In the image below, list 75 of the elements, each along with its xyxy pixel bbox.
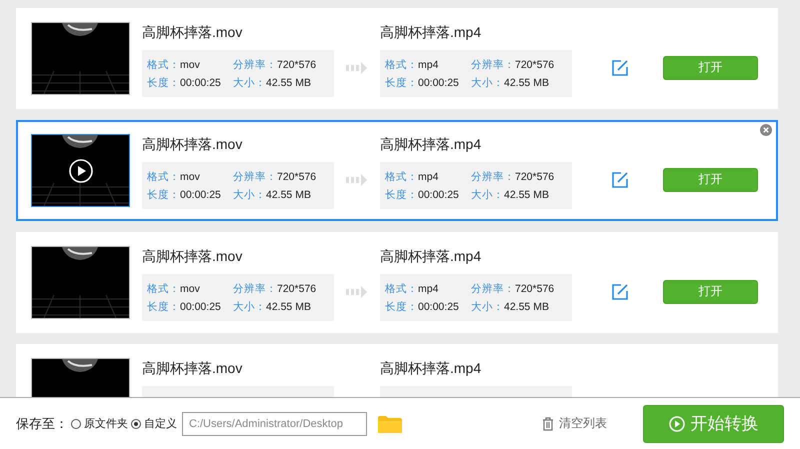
field-value: 42.55 MB [266, 300, 311, 312]
play-icon [668, 416, 684, 432]
file-name: 高脚杯摔落.mp4 [380, 360, 482, 378]
save-to-label: 保存至： [16, 414, 68, 432]
file-card[interactable]: 高脚杯摔落.mov 格式：mov 分辨率：720*576 长度：00:00:25 大小：42.55 MB 高脚杯摔落.mp4 格式：mp4 分辨率：720*576 长度：00:00:25 大小：42.55 MB 打开 [16, 8, 778, 109]
field-value: 42.55 MB [504, 188, 549, 200]
field-label: 大小： [471, 300, 504, 312]
field-value: mov [180, 170, 200, 182]
arrow-icon [346, 62, 367, 74]
field-label: 大小： [471, 188, 504, 200]
field-label: 分辨率： [233, 58, 277, 70]
file-name: 高脚杯摔落.mp4 [380, 136, 482, 154]
field-label: 格式： [385, 170, 418, 182]
clear-list-button[interactable]: 清空列表 [542, 415, 607, 432]
file-name: 高脚杯摔落.mov [142, 24, 244, 42]
field-value: 720*576 [515, 170, 554, 182]
file-name: 高脚杯摔落.mov [142, 136, 244, 154]
field-value: mp4 [418, 58, 438, 70]
field-label: 长度： [147, 76, 180, 88]
field-value: mov [180, 282, 200, 294]
file-name: 高脚杯摔落.mov [142, 360, 244, 378]
field-label: 长度： [385, 300, 418, 312]
field-value: mp4 [418, 170, 438, 182]
field-value: 00:00:25 [180, 300, 221, 312]
field-label: 分辨率： [471, 58, 515, 70]
field-value: 42.55 MB [266, 76, 311, 88]
field-label: 大小： [233, 300, 266, 312]
field-value: 00:00:25 [418, 300, 459, 312]
field-value: mov [180, 58, 200, 70]
field-label: 大小： [471, 76, 504, 88]
field-label: 格式： [147, 58, 180, 70]
field-label: 格式： [147, 282, 180, 294]
field-label: 大小： [233, 188, 266, 200]
field-label: 分辨率： [233, 170, 277, 182]
play-icon[interactable] [69, 159, 93, 183]
edit-icon[interactable] [612, 284, 628, 300]
field-label: 长度： [385, 188, 418, 200]
arrow-icon [346, 286, 367, 298]
arrow-icon [346, 174, 367, 186]
file-card[interactable]: 高脚杯摔落.mov 高脚杯摔落.mp4 [16, 344, 778, 397]
field-label: 格式： [147, 170, 180, 182]
field-value: 720*576 [515, 282, 554, 294]
field-value: 720*576 [277, 282, 316, 294]
field-value: 720*576 [277, 170, 316, 182]
field-label: 长度： [385, 76, 418, 88]
field-value: 720*576 [515, 58, 554, 70]
edit-icon[interactable] [612, 60, 628, 76]
file-card[interactable]: 高脚杯摔落.mov 格式：mov 分辨率：720*576 长度：00:00:25 大小：42.55 MB 高脚杯摔落.mp4 格式：mp4 分辨率：720*576 长度：00:00:25 大小：42.55 MB 打开 [16, 120, 778, 221]
field-label: 分辨率： [471, 170, 515, 182]
path-field[interactable]: C:/Users/Administrator/Desktop [182, 412, 367, 436]
field-value: 42.55 MB [504, 300, 549, 312]
field-label: 格式： [385, 58, 418, 70]
field-value: 42.55 MB [266, 188, 311, 200]
radio-option[interactable]: 自定义 [131, 416, 177, 431]
field-value: 00:00:25 [418, 188, 459, 200]
file-name: 高脚杯摔落.mov [142, 248, 244, 266]
field-value: 00:00:25 [418, 76, 459, 88]
field-value: 00:00:25 [180, 76, 221, 88]
field-label: 分辨率： [471, 282, 515, 294]
radio-option[interactable]: 原文件夹 [71, 416, 128, 431]
file-card[interactable]: 高脚杯摔落.mov 格式：mov 分辨率：720*576 长度：00:00:25 大小：42.55 MB 高脚杯摔落.mp4 格式：mp4 分辨率：720*576 长度：00:00:25 大小：42.55 MB 打开 [16, 232, 778, 333]
field-value: 00:00:25 [180, 188, 221, 200]
field-value: 42.55 MB [504, 76, 549, 88]
field-value: 720*576 [277, 58, 316, 70]
field-value: mp4 [418, 282, 438, 294]
file-name: 高脚杯摔落.mp4 [380, 248, 482, 266]
close-icon[interactable] [760, 124, 772, 136]
field-label: 分辨率： [233, 282, 277, 294]
trash-icon [542, 416, 554, 430]
file-name: 高脚杯摔落.mp4 [380, 24, 482, 42]
edit-icon[interactable] [612, 172, 628, 188]
field-label: 长度： [147, 300, 180, 312]
field-label: 格式： [385, 282, 418, 294]
field-label: 长度： [147, 188, 180, 200]
field-label: 大小： [233, 76, 266, 88]
